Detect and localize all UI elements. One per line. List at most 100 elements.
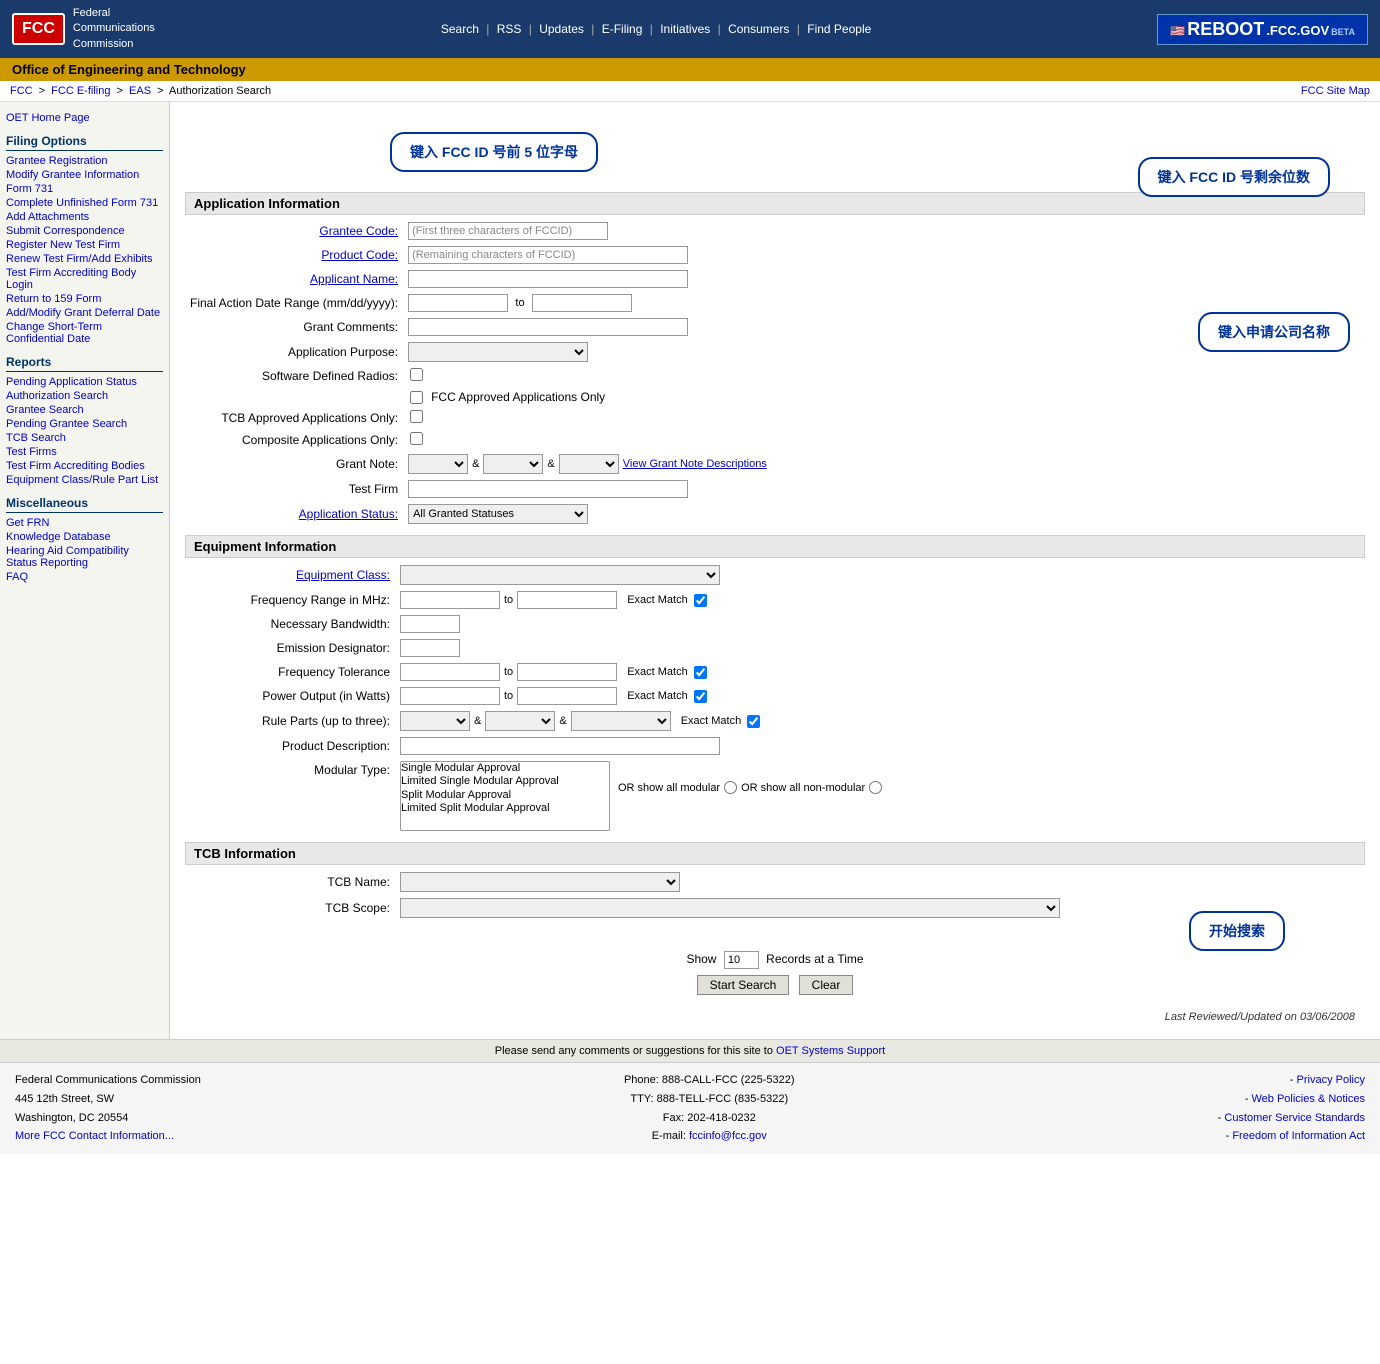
sidebar-complete-form731[interactable]: Complete Unfinished Form 731: [6, 197, 163, 209]
modular-type-listbox[interactable]: Single Modular Approval Limited Single M…: [400, 761, 610, 831]
tcb-name-select[interactable]: [400, 872, 680, 892]
show-non-modular-radio[interactable]: [869, 781, 882, 794]
show-modular-radio[interactable]: [724, 781, 737, 794]
sidebar-grantee-registration[interactable]: Grantee Registration: [6, 155, 163, 167]
records-label: Records at a Time: [766, 952, 863, 966]
sidebar-equipment-class[interactable]: Equipment Class/Rule Part List: [6, 474, 163, 486]
sidebar-tcb-search[interactable]: TCB Search: [6, 432, 163, 444]
sidebar-faq[interactable]: FAQ: [6, 571, 163, 583]
composite-checkbox[interactable]: [410, 432, 423, 445]
sidebar-knowledge-db[interactable]: Knowledge Database: [6, 531, 163, 543]
breadcrumb-fcc[interactable]: FCC: [10, 85, 33, 97]
equipment-class-link[interactable]: Equipment Class:: [296, 568, 390, 582]
applicant-name-link[interactable]: Applicant Name:: [310, 272, 398, 286]
reboot-box[interactable]: 🇺🇸 REBOOT .FCC.GOV BETA: [1157, 14, 1368, 45]
sidebar-pending-grantee[interactable]: Pending Grantee Search: [6, 418, 163, 430]
tcb-name-label: TCB Name:: [185, 869, 395, 895]
freq-tolerance-exact-checkbox[interactable]: [694, 666, 707, 679]
footer-oet-link[interactable]: OET Systems Support: [776, 1045, 885, 1057]
test-firm-input[interactable]: [408, 480, 688, 498]
applicant-name-input[interactable]: [408, 270, 688, 288]
freq-tolerance-to-input[interactable]: [517, 663, 617, 681]
sdr-checkbox[interactable]: [410, 368, 423, 381]
app-status-select[interactable]: All Granted Statuses: [408, 504, 588, 524]
product-code-link[interactable]: Product Code:: [321, 248, 398, 262]
footer-customer-service-link[interactable]: Customer Service Standards: [1224, 1112, 1365, 1124]
footer-email-link[interactable]: fccinfo@fcc.gov: [689, 1130, 767, 1142]
equipment-info-header: Equipment Information: [185, 535, 1365, 558]
grant-note-label: Grant Note:: [185, 451, 403, 477]
freq-tolerance-from-input[interactable]: [400, 663, 500, 681]
freq-range-from-input[interactable]: [400, 591, 500, 609]
nav-find-people[interactable]: Find People: [807, 22, 871, 36]
rule-parts-select1[interactable]: [400, 711, 470, 731]
fcc-approved-checkbox[interactable]: [410, 391, 423, 404]
grant-note-select2[interactable]: [483, 454, 543, 474]
sidebar-grantee-search[interactable]: Grantee Search: [6, 404, 163, 416]
sidebar-test-firm-accrediting-bodies[interactable]: Test Firm Accrediting Bodies: [6, 460, 163, 472]
sidebar-get-frn[interactable]: Get FRN: [6, 517, 163, 529]
grant-note-select1[interactable]: [408, 454, 468, 474]
nav-consumers[interactable]: Consumers: [728, 22, 789, 36]
rule-parts-exact-checkbox[interactable]: [747, 715, 760, 728]
nav-updates[interactable]: Updates: [539, 22, 584, 36]
grant-note-select3[interactable]: [559, 454, 619, 474]
sidebar-renew-test-firm[interactable]: Renew Test Firm/Add Exhibits: [6, 253, 163, 265]
final-action-to-input[interactable]: [532, 294, 632, 312]
site-map-link[interactable]: FCC Site Map: [1301, 85, 1370, 97]
nav-efiling[interactable]: E-Filing: [602, 22, 643, 36]
breadcrumb-eas[interactable]: EAS: [129, 85, 151, 97]
sidebar-add-attachments[interactable]: Add Attachments: [6, 211, 163, 223]
start-search-button[interactable]: Start Search: [697, 975, 790, 995]
app-status-link[interactable]: Application Status:: [299, 507, 398, 521]
emission-designator-input[interactable]: [400, 639, 460, 657]
tcb-scope-select[interactable]: [400, 898, 1060, 918]
sidebar-register-test-firm[interactable]: Register New Test Firm: [6, 239, 163, 251]
app-purpose-select[interactable]: [408, 342, 588, 362]
nav-search[interactable]: Search: [441, 22, 479, 36]
power-output-exact-checkbox[interactable]: [694, 690, 707, 703]
rule-parts-select3[interactable]: [571, 711, 671, 731]
freq-exact-checkbox[interactable]: [694, 594, 707, 607]
power-output-row: Power Output (in Watts) to Exact Match: [185, 684, 1365, 708]
filing-options-title: Filing Options: [6, 134, 163, 151]
nav-rss[interactable]: RSS: [497, 22, 522, 36]
sidebar-modify-grantee[interactable]: Modify Grantee Information: [6, 169, 163, 181]
sidebar-add-modify-grant[interactable]: Add/Modify Grant Deferral Date: [6, 307, 163, 319]
sidebar-form731[interactable]: Form 731: [6, 183, 163, 195]
view-grant-note-link[interactable]: View Grant Note Descriptions: [623, 458, 767, 470]
show-value-input[interactable]: [724, 951, 759, 969]
footer-web-policies-link[interactable]: Web Policies & Notices: [1251, 1093, 1365, 1105]
sidebar-hearing-aid[interactable]: Hearing Aid Compatibility Status Reporti…: [6, 545, 163, 569]
necessary-bw-label: Necessary Bandwidth:: [185, 612, 395, 636]
breadcrumb-efiling[interactable]: FCC E-filing: [51, 85, 110, 97]
final-action-from-input[interactable]: [408, 294, 508, 312]
footer-contact-link[interactable]: More FCC Contact Information...: [15, 1130, 174, 1142]
necessary-bw-input[interactable]: [400, 615, 460, 633]
clear-button[interactable]: Clear: [799, 975, 854, 995]
sidebar-test-firm-accrediting[interactable]: Test Firm Accrediting Body Login: [6, 267, 163, 291]
reports-section: Reports Pending Application Status Autho…: [6, 355, 163, 486]
product-desc-input[interactable]: [400, 737, 720, 755]
equipment-class-select[interactable]: [400, 565, 720, 585]
power-output-from-input[interactable]: [400, 687, 500, 705]
tcb-approved-checkbox[interactable]: [410, 410, 423, 423]
sidebar-change-short-term[interactable]: Change Short-Term Confidential Date: [6, 321, 163, 345]
sidebar-submit-correspondence[interactable]: Submit Correspondence: [6, 225, 163, 237]
product-code-input[interactable]: [408, 246, 688, 264]
grantee-code-input[interactable]: [408, 222, 608, 240]
footer-privacy-link[interactable]: Privacy Policy: [1297, 1074, 1365, 1086]
nav-initiatives[interactable]: Initiatives: [660, 22, 710, 36]
rule-parts-select2[interactable]: [485, 711, 555, 731]
power-output-to-input[interactable]: [517, 687, 617, 705]
grant-comments-input[interactable]: [408, 318, 688, 336]
footer-freedom-link[interactable]: Freedom of Information Act: [1232, 1130, 1365, 1142]
sidebar-pending-app-status[interactable]: Pending Application Status: [6, 376, 163, 388]
freq-range-to-input[interactable]: [517, 591, 617, 609]
grantee-code-link[interactable]: Grantee Code:: [319, 224, 398, 238]
sidebar-return-159[interactable]: Return to 159 Form: [6, 293, 163, 305]
sidebar-auth-search[interactable]: Authorization Search: [6, 390, 163, 402]
oet-home-link[interactable]: OET Home Page: [6, 112, 90, 124]
sidebar-test-firms[interactable]: Test Firms: [6, 446, 163, 458]
footer-phone: Phone: 888-CALL-FCC (225-5322): [624, 1071, 795, 1090]
